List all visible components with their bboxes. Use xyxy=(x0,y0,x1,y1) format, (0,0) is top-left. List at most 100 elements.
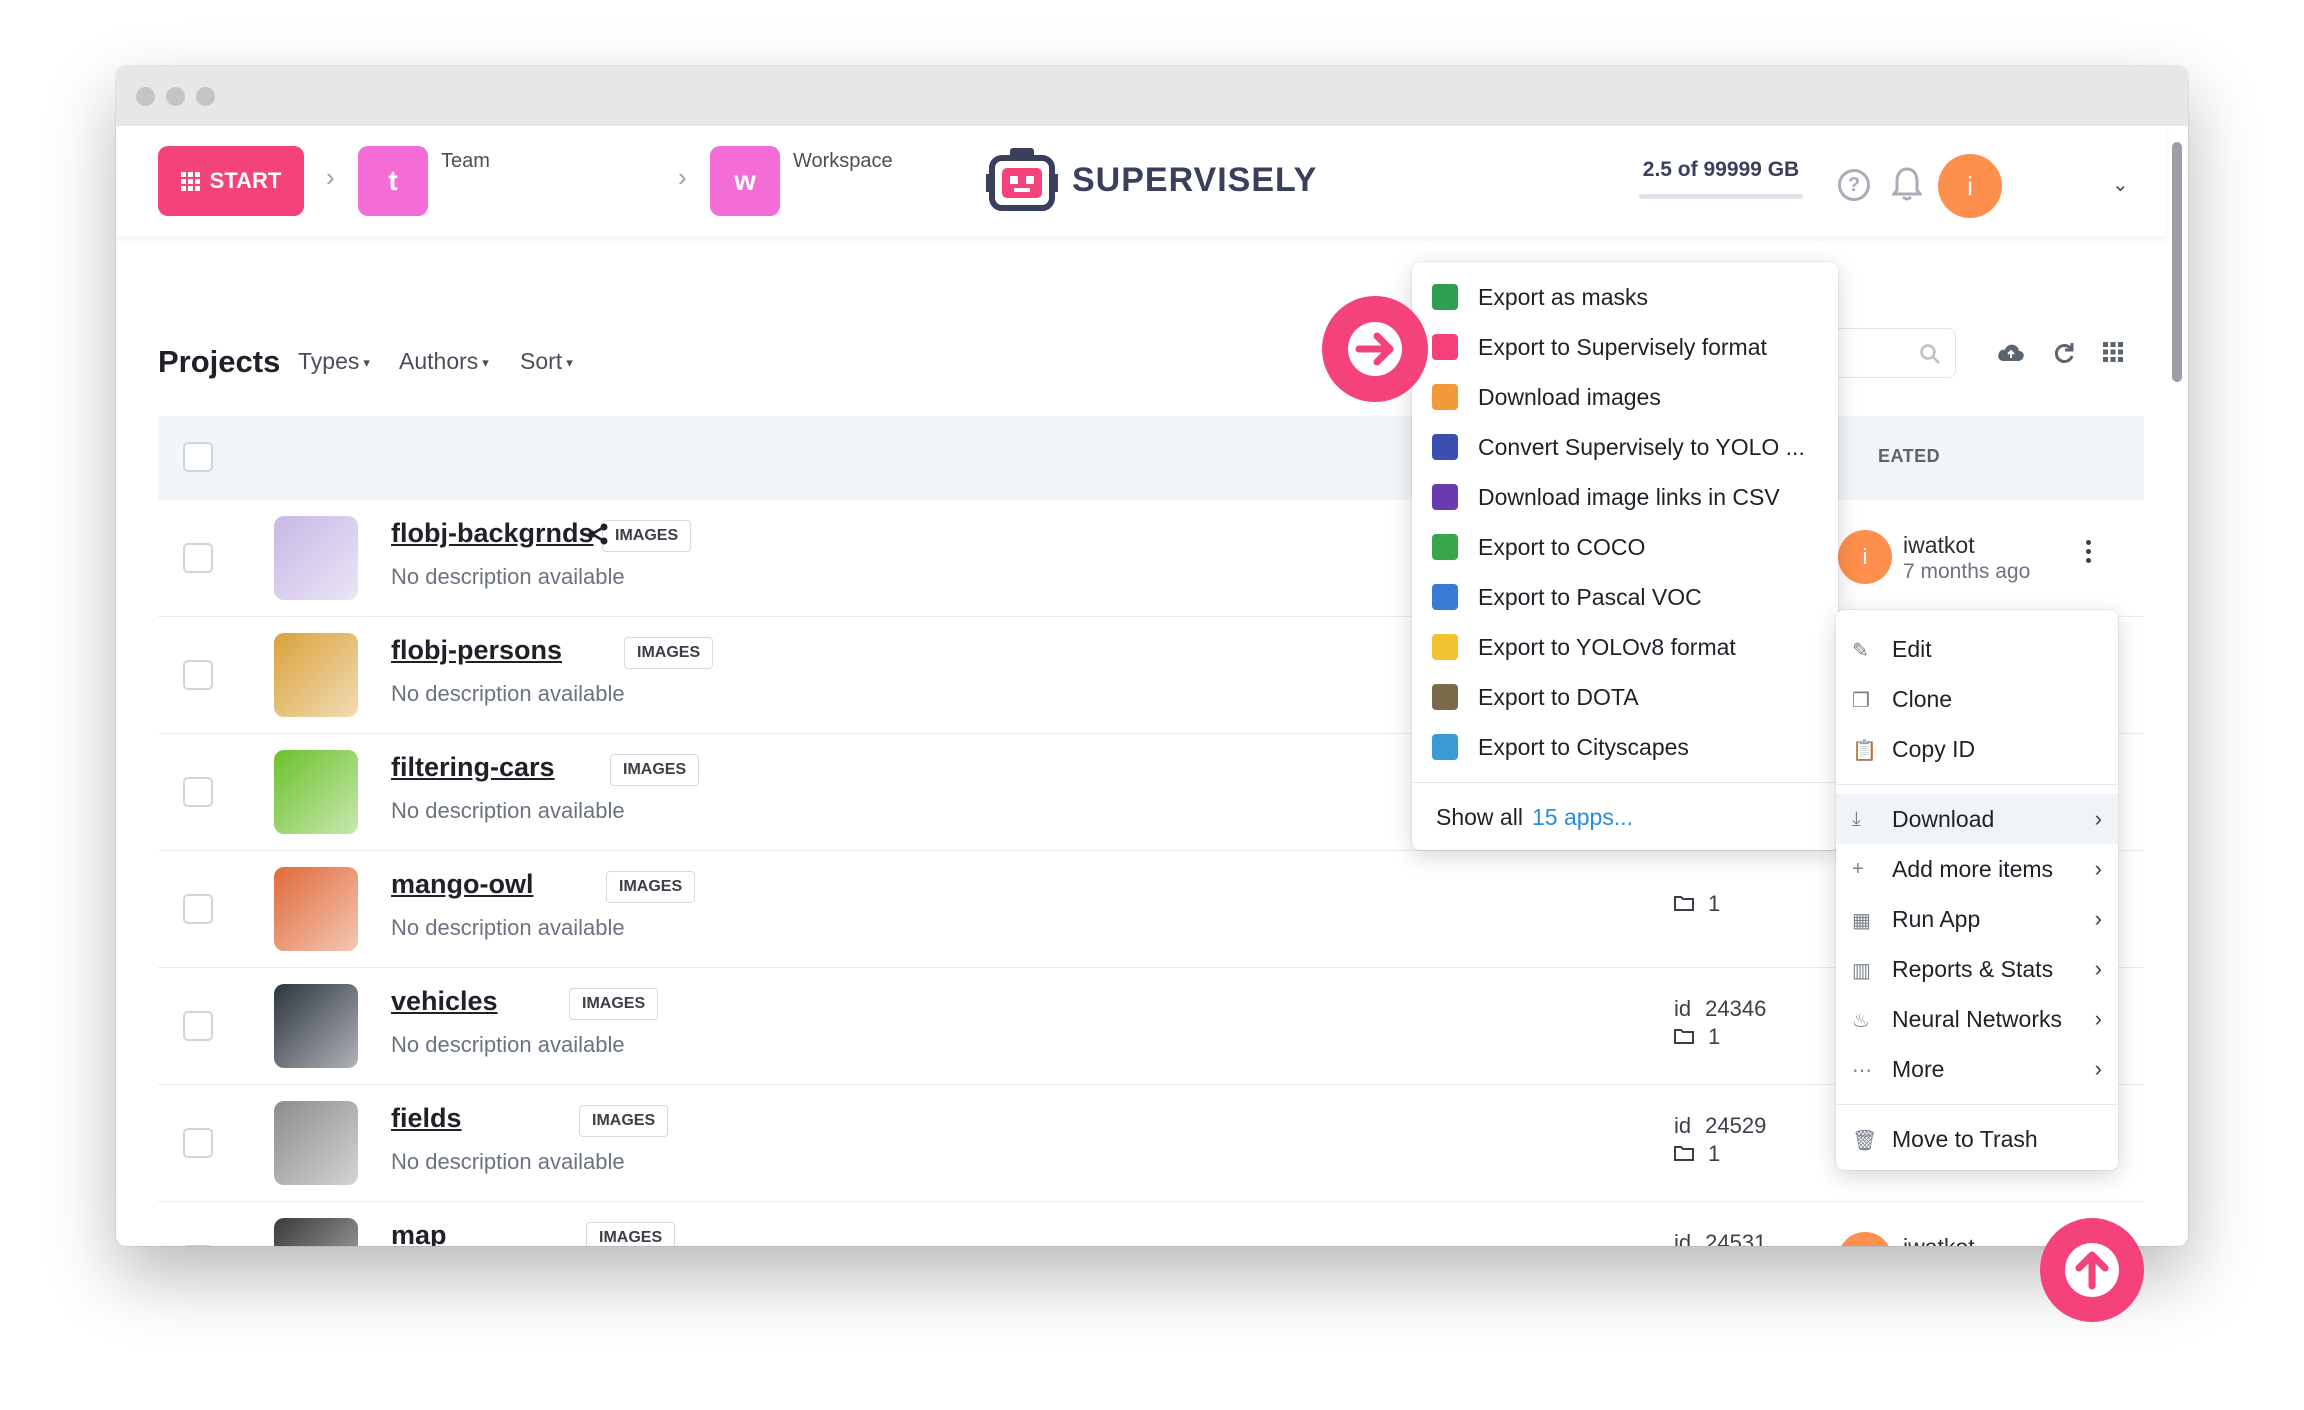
row-checkbox[interactable] xyxy=(183,894,213,924)
project-thumbnail[interactable] xyxy=(274,1101,358,1185)
team-badge[interactable]: t xyxy=(358,146,428,216)
author-avatar[interactable]: i xyxy=(1838,1232,1892,1246)
workspace-label[interactable]: Workspace xyxy=(793,150,893,173)
team-label[interactable]: Team xyxy=(441,150,490,173)
export-menu-item[interactable]: Export as masks xyxy=(1412,272,1838,322)
minimize-dot[interactable] xyxy=(166,87,185,106)
export-menu-item[interactable]: Download images xyxy=(1412,372,1838,422)
project-description: No description available xyxy=(391,681,625,706)
folder-icon xyxy=(1674,1141,1694,1167)
project-thumbnail[interactable] xyxy=(274,867,358,951)
select-all-checkbox[interactable] xyxy=(183,442,213,472)
context-menu-item[interactable]: 📋 Copy ID xyxy=(1836,724,2118,774)
export-menu-item[interactable]: Download image links in CSV xyxy=(1412,472,1838,522)
project-name-link[interactable]: map xyxy=(391,1220,447,1246)
dataset-count: 1 xyxy=(1674,1024,1720,1050)
export-menu-item[interactable]: Convert Supervisely to YOLO ... xyxy=(1412,422,1838,472)
author-name[interactable]: iwatkot xyxy=(1903,532,1975,559)
project-thumbnail[interactable] xyxy=(274,1218,358,1246)
context-menu-item[interactable]: ⤓ Download › xyxy=(1836,794,2118,844)
context-menu-item[interactable]: ❐ Clone xyxy=(1836,674,2118,724)
row-checkbox[interactable] xyxy=(183,1011,213,1041)
context-menu-item-label: Neural Networks xyxy=(1892,1005,2062,1032)
project-description: No description available xyxy=(391,915,625,940)
row-checkbox[interactable] xyxy=(183,1245,213,1246)
more-actions-icon[interactable] xyxy=(2086,540,2092,563)
flame-icon: ♨ xyxy=(1852,1010,1870,1032)
context-menu-item[interactable]: ✎ Edit xyxy=(1836,624,2118,674)
page-scrollbar[interactable] xyxy=(2172,142,2182,382)
id-value: 24531 xyxy=(1705,1230,1767,1246)
export-submenu: Export as masks Export to Supervisely for… xyxy=(1412,262,1838,850)
column-created[interactable]: EATED xyxy=(1878,446,1940,467)
author-avatar[interactable]: i xyxy=(1838,530,1892,584)
grid-view-icon[interactable] xyxy=(2102,341,2124,363)
bell-icon[interactable] xyxy=(1892,166,1922,202)
export-menu-item[interactable]: Export to Pascal VOC xyxy=(1412,572,1838,622)
project-name-link[interactable]: fields xyxy=(391,1103,462,1134)
export-menu-item-label: Export as masks xyxy=(1478,283,1648,310)
dataset-count: 1 xyxy=(1674,891,1720,917)
project-id: id 24346 xyxy=(1674,996,1766,1022)
refresh-icon[interactable] xyxy=(2052,341,2076,365)
export-menu-item[interactable]: Export to Cityscapes xyxy=(1412,722,1838,772)
logo-text: SUPERVISELY xyxy=(1072,160,1318,199)
arrow-up-callout-icon xyxy=(2040,1218,2144,1322)
row-checkbox[interactable] xyxy=(183,543,213,573)
coco-icon xyxy=(1432,534,1458,560)
filter-authors[interactable]: Authors ▾ xyxy=(399,348,489,375)
filter-sort[interactable]: Sort ▾ xyxy=(520,348,573,375)
project-name-link[interactable]: flobj-persons xyxy=(391,635,562,666)
row-checkbox[interactable] xyxy=(183,660,213,690)
project-id: id 24529 xyxy=(1674,1113,1766,1139)
type-badge: IMAGES xyxy=(610,754,700,786)
context-menu-item[interactable]: 🗑 Move to Trash xyxy=(1836,1114,2118,1164)
context-menu-item[interactable]: ▦ Run App › xyxy=(1836,894,2118,944)
context-menu-item[interactable]: ♨ Neural Networks › xyxy=(1836,994,2118,1044)
maximize-dot[interactable] xyxy=(196,87,215,106)
filter-types-label: Types xyxy=(298,348,360,374)
export-menu-item-label: Export to Pascal VOC xyxy=(1478,583,1702,610)
cloud-upload-icon[interactable] xyxy=(1996,341,2026,365)
table-row[interactable]: flobj-backgrnds IMAGES No description avai… xyxy=(158,500,2144,617)
storage-usage[interactable]: 2.5 of 99999 GB xyxy=(1636,158,1806,199)
type-badge: IMAGES xyxy=(606,871,696,903)
project-thumbnail[interactable] xyxy=(274,750,358,834)
project-name-link[interactable]: filtering-cars xyxy=(391,752,555,783)
export-menu-item[interactable]: Export to COCO xyxy=(1412,522,1838,572)
mask-icon xyxy=(1432,284,1458,310)
chevron-down-icon[interactable]: ⌄ xyxy=(2112,172,2129,197)
context-menu-item[interactable]: ⋯ More › xyxy=(1836,1044,2118,1094)
close-dot[interactable] xyxy=(136,87,155,106)
show-all-apps[interactable]: Show all 15 apps... xyxy=(1412,792,1838,842)
export-menu-item[interactable]: Export to YOLOv8 format xyxy=(1412,622,1838,672)
project-name-link[interactable]: flobj-backgrnds xyxy=(391,518,594,549)
row-checkbox[interactable] xyxy=(183,1128,213,1158)
workspace-badge[interactable]: w xyxy=(710,146,780,216)
toolbar-icons xyxy=(1996,341,2124,365)
project-name-link[interactable]: vehicles xyxy=(391,986,498,1017)
help-icon[interactable]: ? xyxy=(1838,169,1870,201)
export-menu-item[interactable]: Export to Supervisely format xyxy=(1412,322,1838,372)
type-badge: IMAGES xyxy=(579,1105,669,1137)
project-description: No description available xyxy=(391,1032,625,1057)
project-thumbnail[interactable] xyxy=(274,633,358,717)
chevron-right-icon: › xyxy=(2094,1056,2102,1081)
export-menu-item[interactable]: Export to DOTA xyxy=(1412,672,1838,722)
table-row[interactable]: mapIMAGESNo description availableid24531… xyxy=(158,1202,2144,1246)
context-menu-item[interactable]: ▥ Reports & Stats › xyxy=(1836,944,2118,994)
filter-types[interactable]: Types ▾ xyxy=(298,348,370,375)
row-checkbox[interactable] xyxy=(183,777,213,807)
context-menu-item-label: Clone xyxy=(1892,685,1953,712)
menu-divider xyxy=(1836,784,2118,785)
author-name[interactable]: iwatkot xyxy=(1903,1234,1975,1246)
project-thumbnail[interactable] xyxy=(274,984,358,1068)
project-thumbnail[interactable] xyxy=(274,516,358,600)
share-icon[interactable] xyxy=(586,522,610,551)
start-button[interactable]: START xyxy=(158,146,304,216)
user-avatar[interactable]: i xyxy=(1938,154,2002,218)
context-menu-item[interactable]: + Add more items › xyxy=(1836,844,2118,894)
apps-link[interactable]: 15 apps... xyxy=(1532,804,1633,831)
supervisely-logo[interactable]: SUPERVISELY xyxy=(986,146,1317,214)
project-name-link[interactable]: mango-owl xyxy=(391,869,534,900)
